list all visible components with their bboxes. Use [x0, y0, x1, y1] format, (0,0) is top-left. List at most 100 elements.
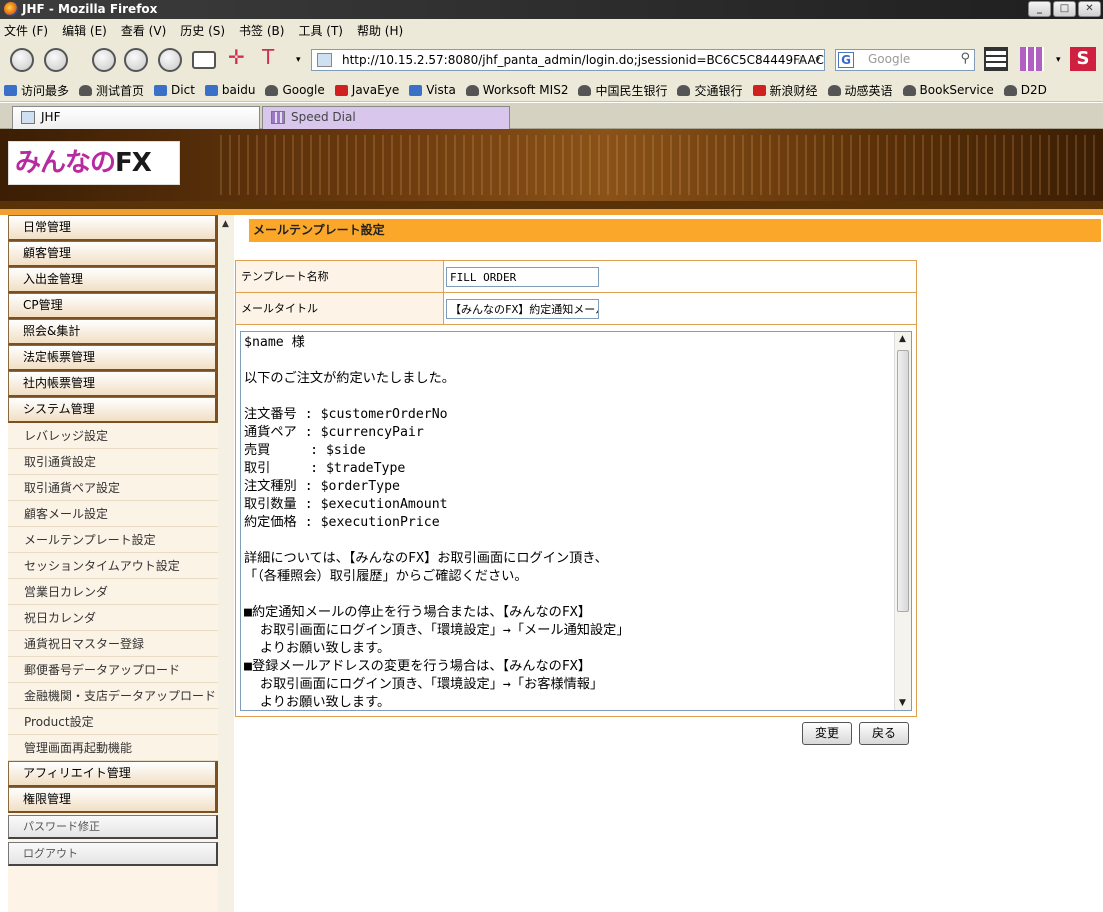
bookmark-item[interactable]: 动感英语 [827, 82, 893, 99]
scroll-up-arrow-icon[interactable]: ▲ [222, 219, 229, 229]
mail-body-text[interactable]: $name 様 以下のご注文が約定いたしました。 注文番号 : $custome… [244, 334, 892, 708]
sidebar-scrollbar[interactable]: ▲ [218, 215, 234, 912]
sidebar-category-system[interactable]: システム管理 [8, 397, 218, 423]
menu-edit[interactable]: 编辑 (E) [62, 22, 107, 39]
back-icon[interactable] [10, 48, 34, 72]
menu-history[interactable]: 历史 (S) [180, 22, 225, 39]
bookmark-item[interactable]: JavaEye [334, 83, 399, 97]
bookmark-item[interactable]: D2D [1003, 83, 1047, 97]
bookmark-item[interactable]: 中国民生银行 [578, 82, 667, 99]
reload-icon[interactable] [92, 48, 116, 72]
scroll-down-arrow-icon[interactable]: ▼ [899, 698, 906, 708]
bookmark-icon [79, 84, 93, 96]
minimize-button[interactable]: _ [1028, 1, 1051, 17]
chat-icon[interactable] [192, 51, 216, 69]
grid-icon[interactable] [984, 47, 1008, 71]
bookmark-folder-icon [4, 84, 17, 96]
url-bar[interactable]: http://10.15.2.57:8080/jhf_panta_admin/l… [311, 49, 825, 71]
bookmark-item[interactable]: 交通银行 [677, 82, 743, 99]
mail-body-scrollbar[interactable]: ▲ ▼ [894, 332, 911, 710]
speed-dial-icon[interactable] [1020, 47, 1044, 71]
sidebar-category-affiliate[interactable]: アフィリエイト管理 [8, 761, 218, 787]
navigation-toolbar: ✛ T ▾ http://10.15.2.57:8080/jhf_panta_a… [0, 41, 1103, 79]
forward-icon[interactable] [44, 48, 68, 72]
search-bar[interactable]: G Google ⚲ [835, 49, 975, 71]
sidebar-category-cp[interactable]: CP管理 [8, 293, 218, 319]
tab-label: JHF [41, 110, 61, 124]
bookmark-item[interactable]: Vista [409, 83, 456, 97]
menu-file[interactable]: 文件 (F) [4, 22, 48, 39]
scroll-up-arrow-icon[interactable]: ▲ [899, 334, 906, 344]
sidebar-item-business-calendar[interactable]: 営業日カレンダ [8, 579, 218, 605]
search-icon[interactable]: ⚲ [960, 51, 970, 66]
maximize-button[interactable]: □ [1053, 1, 1076, 17]
sidebar-item-mail-template[interactable]: メールテンプレート設定 [8, 527, 218, 553]
sidebar-item-restart[interactable]: 管理画面再起動機能 [8, 735, 218, 761]
mail-body-textarea[interactable]: $name 様 以下のご注文が約定いたしました。 注文番号 : $custome… [240, 331, 912, 711]
scroll-thumb[interactable] [897, 350, 909, 612]
text-tool-icon[interactable]: T [262, 45, 274, 69]
stop-icon[interactable] [124, 48, 148, 72]
mail-title-label: メールタイトル [236, 293, 444, 324]
firefox-icon [4, 2, 18, 16]
sidebar-item-product[interactable]: Product設定 [8, 709, 218, 735]
bookmark-icon [465, 84, 479, 96]
toolbar-dropdown-icon[interactable]: ▾ [296, 55, 301, 79]
sidebar-item-currency-holiday[interactable]: 通貨祝日マスター登録 [8, 631, 218, 657]
extension-dropdown-icon[interactable]: ▾ [1056, 55, 1061, 79]
sidebar-item-currency[interactable]: 取引通貨設定 [8, 449, 218, 475]
sidebar-category-internal-reports[interactable]: 社内帳票管理 [8, 371, 218, 397]
window-titlebar: JHF - Mozilla Firefox _ □ ✕ [0, 0, 1103, 19]
menu-tools[interactable]: 工具 (T) [298, 22, 343, 39]
speed-dial-tab-icon [271, 111, 285, 124]
sidebar-item-session-timeout[interactable]: セッションタイムアウト設定 [8, 553, 218, 579]
bookmark-star-icon[interactable]: ☆ [795, 50, 806, 70]
bookmark-item[interactable]: BookService [902, 83, 994, 97]
bookmark-item[interactable]: 访问最多 [4, 82, 69, 99]
bookmark-icon [677, 84, 691, 96]
s-extension-icon[interactable]: S [1070, 47, 1096, 71]
bookmark-item[interactable]: Worksoft MIS2 [465, 83, 568, 97]
site-logo[interactable]: みんなのFX [8, 141, 180, 185]
sidebar-item-currency-pair[interactable]: 取引通貨ペア設定 [8, 475, 218, 501]
candlestick-background [220, 135, 1100, 195]
change-button[interactable]: 変更 [802, 722, 852, 745]
close-button[interactable]: ✕ [1078, 1, 1101, 17]
bookmark-item[interactable]: 测试首页 [79, 82, 144, 99]
sidebar-item-postal-upload[interactable]: 郵便番号データアップロード [8, 657, 218, 683]
tab-speed-dial[interactable]: Speed Dial [262, 106, 510, 129]
sidebar-category-inquiry[interactable]: 照会&集計 [8, 319, 218, 345]
sidebar-category-daily[interactable]: 日常管理 [8, 215, 218, 241]
sidebar-item-leverage[interactable]: レバレッジ設定 [8, 423, 218, 449]
bookmark-item[interactable]: baidu [204, 83, 255, 97]
sidebar-category-customers[interactable]: 顧客管理 [8, 241, 218, 267]
logout-button[interactable]: ログアウト [8, 842, 218, 866]
menu-help[interactable]: 帮助 (H) [357, 22, 403, 39]
tab-jhf[interactable]: JHF [12, 106, 260, 129]
change-password-button[interactable]: パスワード修正 [8, 815, 218, 839]
sidebar-item-bank-upload[interactable]: 金融機関・支店データアップロード [8, 683, 218, 709]
sidebar-category-permissions[interactable]: 権限管理 [8, 787, 218, 813]
google-icon[interactable]: G [838, 52, 854, 68]
tab-label: Speed Dial [291, 110, 356, 124]
menu-bookmarks[interactable]: 书签 (B) [239, 22, 284, 39]
mail-title-field[interactable] [446, 299, 599, 319]
menu-view[interactable]: 查看 (V) [121, 22, 166, 39]
sidebar-category-legal-reports[interactable]: 法定帳票管理 [8, 345, 218, 371]
bookmark-item[interactable]: Google [265, 83, 325, 97]
window-title: JHF - Mozilla Firefox [22, 2, 158, 16]
bookmark-item[interactable]: 新浪财经 [752, 82, 818, 99]
back-button[interactable]: 戻る [859, 722, 909, 745]
search-placeholder[interactable]: Google [868, 52, 910, 66]
sidebar-item-customer-mail[interactable]: 顧客メール設定 [8, 501, 218, 527]
sidebar-item-holiday-calendar[interactable]: 祝日カレンダ [8, 605, 218, 631]
template-name-field[interactable] [446, 267, 599, 287]
home-icon[interactable] [158, 48, 182, 72]
crosshair-icon[interactable]: ✛ [228, 45, 245, 69]
url-dropdown-icon[interactable]: ▾ [815, 50, 820, 70]
page-header-banner: みんなのFX [0, 129, 1103, 201]
template-name-label: テンプレート名称 [236, 261, 444, 292]
bookmark-item[interactable]: Dict [154, 83, 195, 97]
url-text[interactable]: http://10.15.2.57:8080/jhf_panta_admin/l… [342, 53, 824, 67]
sidebar-category-deposits[interactable]: 入出金管理 [8, 267, 218, 293]
